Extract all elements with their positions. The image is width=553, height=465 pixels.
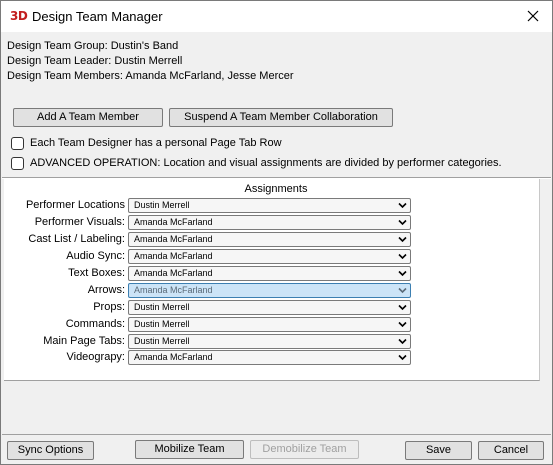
chevron-down-icon bbox=[398, 219, 407, 226]
assignment-label: Commands: bbox=[65, 318, 125, 330]
team-leader-text: Design Team Leader: Dustin Merrell bbox=[7, 55, 183, 67]
team-info: Design Team Group: Dustin's Band Design … bbox=[7, 39, 294, 84]
assignment-label: Text Boxes: bbox=[68, 267, 125, 279]
chevron-down-icon bbox=[398, 321, 407, 328]
sync-options-button[interactable]: Sync Options bbox=[7, 441, 94, 460]
assignment-label: Audio Sync: bbox=[66, 250, 125, 262]
assignee-value: Amanda McFarland bbox=[134, 217, 213, 227]
window-title: Design Team Manager bbox=[32, 9, 163, 24]
assignment-label: Performer Visuals: bbox=[34, 216, 125, 228]
cancel-button[interactable]: Cancel bbox=[478, 441, 544, 460]
assignment-label: Performer Locations bbox=[25, 199, 125, 211]
advanced-operation-checkbox[interactable] bbox=[11, 156, 24, 170]
assignment-label: Cast List / Labeling: bbox=[28, 233, 125, 245]
assignment-label: Videograpy: bbox=[66, 351, 125, 363]
personal-tab-row-label: Each Team Designer has a personal Page T… bbox=[30, 137, 282, 149]
assignee-select[interactable]: Amanda McFarland bbox=[128, 350, 411, 365]
panel-side-gutter bbox=[541, 179, 552, 381]
close-icon bbox=[527, 10, 539, 22]
assignment-row: Commands: Dustin Merrell bbox=[1, 317, 421, 332]
assignment-row: Performer Locations Dustin Merrell bbox=[1, 198, 421, 213]
assignment-row: Performer Visuals: Amanda McFarland bbox=[1, 215, 421, 230]
chevron-down-icon bbox=[398, 253, 407, 260]
chevron-down-icon bbox=[398, 236, 407, 243]
chevron-down-icon bbox=[398, 338, 407, 345]
assignment-row: Videograpy: Amanda McFarland bbox=[1, 350, 421, 365]
title-bar[interactable]: 3D Design Team Manager bbox=[1, 1, 552, 32]
assignment-row: Text Boxes: Amanda McFarland bbox=[1, 266, 421, 281]
assignment-row: Cast List / Labeling: Amanda McFarland bbox=[1, 232, 421, 247]
assignee-select[interactable]: Dustin Merrell bbox=[128, 334, 411, 349]
app-logo: 3D bbox=[10, 9, 28, 23]
mobilize-team-button[interactable]: Mobilize Team bbox=[135, 440, 244, 459]
close-button[interactable] bbox=[520, 5, 546, 27]
assignee-value: Amanda McFarland bbox=[134, 285, 213, 295]
advanced-operation-option[interactable]: ADVANCED OPERATION: Location and visual … bbox=[11, 155, 502, 171]
assignee-select[interactable]: Amanda McFarland bbox=[128, 249, 411, 264]
assignee-select[interactable]: Amanda McFarland bbox=[128, 266, 411, 281]
assignee-value: Dustin Merrell bbox=[134, 319, 190, 329]
assignee-select[interactable]: Amanda McFarland bbox=[128, 215, 411, 230]
team-members-text: Design Team Members: Amanda McFarland, J… bbox=[7, 70, 294, 82]
footer-divider bbox=[2, 434, 551, 435]
assignment-row: Main Page Tabs: Dustin Merrell bbox=[1, 334, 421, 349]
assignee-value: Amanda McFarland bbox=[134, 234, 213, 244]
assignee-value: Amanda McFarland bbox=[134, 251, 213, 261]
advanced-operation-label: ADVANCED OPERATION: Location and visual … bbox=[30, 157, 502, 169]
assignee-select[interactable]: Dustin Merrell bbox=[128, 300, 411, 315]
add-team-member-button[interactable]: Add A Team Member bbox=[13, 108, 163, 127]
suspend-team-member-button[interactable]: Suspend A Team Member Collaboration bbox=[169, 108, 393, 127]
personal-tab-row-checkbox[interactable] bbox=[11, 136, 24, 150]
assignee-value: Dustin Merrell bbox=[134, 302, 190, 312]
assignment-row: Audio Sync: Amanda McFarland bbox=[1, 249, 421, 264]
assignee-select[interactable]: Dustin Merrell bbox=[128, 317, 411, 332]
assignee-value: Dustin Merrell bbox=[134, 336, 190, 346]
demobilize-team-button[interactable]: Demobilize Team bbox=[250, 440, 359, 459]
chevron-down-icon bbox=[398, 287, 407, 294]
assignee-select[interactable]: Amanda McFarland bbox=[128, 283, 411, 298]
chevron-down-icon bbox=[398, 202, 407, 209]
assignments-title: Assignments bbox=[244, 183, 308, 195]
assignment-row: Arrows: Amanda McFarland bbox=[1, 283, 421, 298]
chevron-down-icon bbox=[398, 304, 407, 311]
assignee-value: Dustin Merrell bbox=[134, 200, 190, 210]
chevron-down-icon bbox=[398, 354, 407, 361]
assignee-select[interactable]: Amanda McFarland bbox=[128, 232, 411, 247]
assignee-select[interactable]: Dustin Merrell bbox=[128, 198, 411, 213]
design-team-manager-window: 3D Design Team Manager Design Team Group… bbox=[0, 0, 553, 465]
save-button[interactable]: Save bbox=[405, 441, 472, 460]
assignment-label: Main Page Tabs: bbox=[43, 335, 125, 347]
assignment-label: Arrows: bbox=[87, 284, 125, 296]
assignee-value: Amanda McFarland bbox=[134, 268, 213, 278]
chevron-down-icon bbox=[398, 270, 407, 277]
assignee-value: Amanda McFarland bbox=[134, 352, 213, 362]
team-group-text: Design Team Group: Dustin's Band bbox=[7, 40, 179, 52]
assignment-row: Props: Dustin Merrell bbox=[1, 300, 421, 315]
assignment-label: Props: bbox=[93, 301, 125, 313]
personal-tab-row-option[interactable]: Each Team Designer has a personal Page T… bbox=[11, 135, 282, 151]
